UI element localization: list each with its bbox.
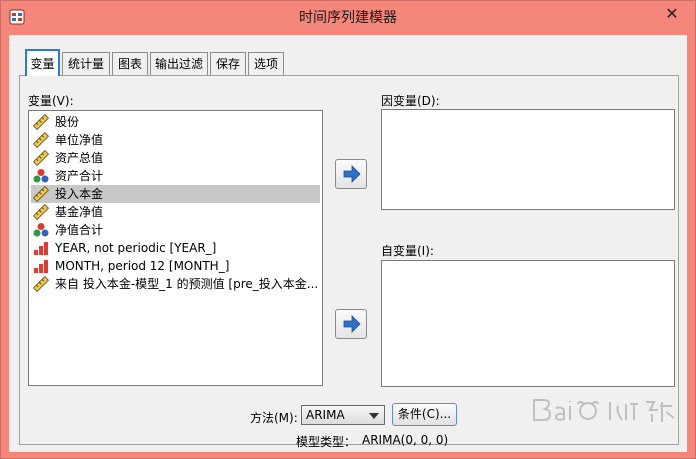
- variable-item[interactable]: 基金净值: [31, 203, 320, 221]
- scale-ruler-icon: [33, 204, 49, 220]
- move-to-independent-button[interactable]: [335, 309, 367, 339]
- dependent-listbox[interactable]: [381, 109, 675, 210]
- scale-ruler-icon: [33, 114, 49, 130]
- ordinal-bars-icon: [34, 260, 48, 273]
- tab-variables[interactable]: 变量: [25, 49, 60, 76]
- variable-item[interactable]: YEAR, not periodic [YEAR_]: [31, 239, 320, 257]
- chevron-down-icon: [369, 413, 379, 419]
- tab-output-filter[interactable]: 输出过滤: [150, 52, 208, 75]
- variable-item[interactable]: MONTH, period 12 [MONTH_]: [31, 257, 320, 275]
- model-type-value: ARIMA(0, 0, 0): [362, 433, 449, 447]
- move-to-dependent-button[interactable]: [335, 159, 367, 189]
- baidu-watermark: [533, 399, 675, 422]
- scale-ruler-icon: [33, 276, 49, 292]
- right-arrow-icon: [343, 315, 361, 333]
- model-type-label: 模型类型：: [296, 435, 357, 449]
- variable-item-selected[interactable]: 投入本金: [31, 185, 320, 203]
- scale-ruler-icon: [33, 186, 49, 202]
- variable-label: 单位净值: [55, 133, 104, 147]
- variable-label: YEAR, not periodic [YEAR_]: [55, 241, 217, 255]
- variable-label: 净值合计: [55, 223, 104, 237]
- scale-ruler-icon: [33, 150, 49, 166]
- title-bar[interactable]: 时间序列建模器 ✕: [1, 1, 695, 35]
- variable-label: 资产总值: [55, 151, 104, 165]
- variable-label: 来自 投入本金-模型_1 的预测值 [pre_投入本金...: [55, 277, 319, 291]
- variable-item[interactable]: 资产合计: [31, 167, 320, 185]
- variable-label: 投入本金: [55, 187, 104, 201]
- tab-statistics[interactable]: 统计量: [62, 52, 110, 75]
- variables-list-label: 变量(V):: [28, 94, 74, 108]
- variable-item[interactable]: 单位净值: [31, 131, 320, 149]
- ordinal-bars-icon: [34, 242, 48, 255]
- nominal-balls-icon: [33, 169, 49, 183]
- window-title: 时间序列建模器: [299, 10, 397, 26]
- independent-listbox[interactable]: [381, 260, 675, 387]
- close-button[interactable]: ✕: [655, 1, 689, 27]
- method-label: 方法(M):: [250, 411, 298, 425]
- close-icon: ✕: [665, 4, 679, 23]
- nominal-balls-icon: [33, 223, 49, 237]
- variables-tab-panel: 变量(V): 股份 单位净值 资产总值 资产合计 投入本金 基金净值 净值合计 …: [19, 75, 679, 449]
- variable-item[interactable]: 净值合计: [31, 221, 320, 239]
- variable-item[interactable]: 资产总值: [31, 149, 320, 167]
- variable-item[interactable]: 股份: [31, 113, 320, 131]
- variables-listbox[interactable]: 股份 单位净值 资产总值 资产合计 投入本金 基金净值 净值合计 YEAR, n…: [28, 110, 323, 386]
- right-arrow-icon: [343, 165, 361, 183]
- tab-options[interactable]: 选项: [248, 52, 284, 75]
- variable-label: 基金净值: [55, 205, 104, 219]
- variable-label: MONTH, period 12 [MONTH_]: [55, 259, 230, 273]
- tab-plots[interactable]: 图表: [112, 52, 148, 75]
- time-series-modeler-dialog: 时间序列建模器 ✕ 变量 统计量 图表 输出过滤 保存 选项 变量(V): 股份…: [0, 0, 696, 459]
- dependent-label: 因变量(D):: [381, 94, 440, 108]
- independent-label: 自变量(I):: [381, 244, 434, 258]
- scale-ruler-icon: [33, 132, 49, 148]
- criteria-button[interactable]: 条件(C)...: [392, 403, 457, 426]
- variable-label: 资产合计: [55, 169, 104, 183]
- tab-save[interactable]: 保存: [210, 52, 246, 75]
- method-select[interactable]: ARIMA: [301, 405, 385, 425]
- method-value: ARIMA: [306, 408, 345, 422]
- variable-label: 股份: [55, 115, 80, 129]
- dialog-client-area: 变量 统计量 图表 输出过滤 保存 选项 变量(V): 股份 单位净值 资产总值…: [9, 35, 687, 452]
- variable-item[interactable]: 来自 投入本金-模型_1 的预测值 [pre_投入本金...: [31, 275, 320, 293]
